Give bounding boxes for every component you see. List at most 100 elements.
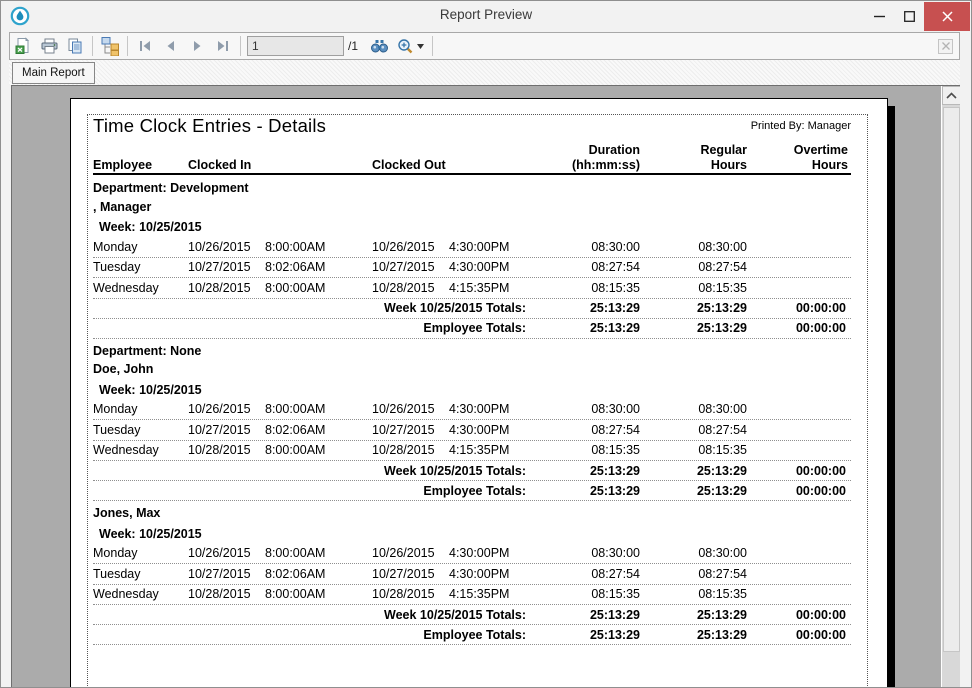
toolbar: /1 xyxy=(9,32,960,60)
totals-overtime: 00:00:00 xyxy=(747,608,851,622)
regular-cell: 08:15:35 xyxy=(640,443,747,457)
duration-cell: 08:27:54 xyxy=(540,423,640,437)
find-icon xyxy=(370,38,389,54)
totals-duration: 25:13:29 xyxy=(540,628,640,642)
scroll-up-button[interactable] xyxy=(942,86,960,105)
regular-cell: 08:30:00 xyxy=(640,402,747,416)
week-label: Week: 10/25/2015 xyxy=(93,523,851,544)
next-page-button[interactable] xyxy=(184,34,210,58)
clock-cell: 10/28/20158:00:00AM xyxy=(188,281,368,295)
totals-overtime: 00:00:00 xyxy=(747,464,851,478)
duration-cell: 08:15:35 xyxy=(540,443,640,457)
regular-cell: 08:27:54 xyxy=(640,567,747,581)
dropdown-arrow-icon xyxy=(417,44,424,49)
table-row: Tuesday10/27/20158:02:06AM10/27/20154:30… xyxy=(93,564,851,585)
employee-totals-row: Employee Totals:25:13:2925:13:2900:00:00 xyxy=(93,625,851,645)
export-icon xyxy=(14,37,32,55)
export-button[interactable] xyxy=(10,34,36,58)
totals-regular: 25:13:29 xyxy=(640,321,747,335)
clock-cell: 10/28/20154:15:35PM xyxy=(368,587,540,601)
regular-cell: 08:27:54 xyxy=(640,260,747,274)
printed-by-label: Printed By: Manager xyxy=(751,120,851,132)
table-row: Monday10/26/20158:00:00AM10/26/20154:30:… xyxy=(93,400,851,421)
clock-cell: 10/28/20158:00:00AM xyxy=(188,587,368,601)
totals-regular: 25:13:29 xyxy=(640,301,747,315)
duration-cell: 08:30:00 xyxy=(540,546,640,560)
clock-cell: 10/26/20154:30:00PM xyxy=(368,546,540,560)
report-preview-window: Report Preview xyxy=(0,0,972,688)
print-button[interactable] xyxy=(36,34,62,58)
scrollbar-thumb[interactable] xyxy=(943,107,960,652)
table-row: Tuesday10/27/20158:02:06AM10/27/20154:30… xyxy=(93,258,851,279)
toolbar-separator xyxy=(127,36,128,56)
find-button[interactable] xyxy=(366,34,392,58)
toolbar-separator xyxy=(92,36,93,56)
table-row: Wednesday10/28/20158:00:00AM10/28/20154:… xyxy=(93,278,851,299)
regular-cell: 08:27:54 xyxy=(640,423,747,437)
totals-label: Week 10/25/2015 Totals: xyxy=(93,301,540,315)
totals-regular: 25:13:29 xyxy=(640,484,747,498)
chevron-up-icon xyxy=(946,92,957,99)
clock-cell: 10/27/20158:02:06AM xyxy=(188,260,368,274)
day-cell: Wednesday xyxy=(93,281,188,295)
duration-cell: 08:27:54 xyxy=(540,260,640,274)
page-shadow xyxy=(888,106,895,687)
employee-totals-row: Employee Totals:25:13:2925:13:2900:00:00 xyxy=(93,319,851,339)
clock-cell: 10/28/20158:00:00AM xyxy=(188,443,368,457)
totals-label: Employee Totals: xyxy=(93,484,540,498)
group-tree-icon xyxy=(100,36,120,56)
previous-page-icon xyxy=(163,39,179,53)
report-page: Time Clock Entries - Details Printed By:… xyxy=(70,98,888,687)
report-content: Time Clock Entries - Details Printed By:… xyxy=(93,113,851,645)
table-row: Monday10/26/20158:00:00AM10/26/20154:30:… xyxy=(93,237,851,258)
employee-name: Jones, Max xyxy=(93,504,851,523)
clock-cell: 10/26/20154:30:00PM xyxy=(368,402,540,416)
col-employee: Employee xyxy=(93,158,188,173)
duration-cell: 08:30:00 xyxy=(540,240,640,254)
totals-duration: 25:13:29 xyxy=(540,321,640,335)
clock-cell: 10/27/20154:30:00PM xyxy=(368,260,540,274)
week-totals-row: Week 10/25/2015 Totals:25:13:2925:13:290… xyxy=(93,299,851,319)
clock-cell: 10/26/20158:00:00AM xyxy=(188,402,368,416)
maximize-button[interactable] xyxy=(894,2,924,31)
toggle-group-tree-button[interactable] xyxy=(97,34,123,58)
duration-cell: 08:15:35 xyxy=(540,281,640,295)
title-bar: Report Preview xyxy=(1,1,971,31)
zoom-button[interactable] xyxy=(392,34,428,58)
col-duration: Duration(hh:mm:ss) xyxy=(540,143,640,174)
totals-overtime: 00:00:00 xyxy=(747,301,851,315)
minimize-button[interactable] xyxy=(864,2,894,31)
totals-overtime: 00:00:00 xyxy=(747,628,851,642)
employee-name: Doe, John xyxy=(93,360,851,379)
department-label: Department: None xyxy=(93,342,851,361)
clock-cell: 10/26/20154:30:00PM xyxy=(368,240,540,254)
vertical-scrollbar[interactable] xyxy=(941,86,960,687)
col-overtime-hours: OvertimeHours xyxy=(747,143,851,174)
first-page-icon xyxy=(137,39,153,53)
duration-cell: 08:30:00 xyxy=(540,402,640,416)
regular-cell: 08:15:35 xyxy=(640,587,747,601)
totals-regular: 25:13:29 xyxy=(640,464,747,478)
last-page-icon xyxy=(215,39,231,53)
zoom-icon xyxy=(397,38,414,55)
copy-button[interactable] xyxy=(62,34,88,58)
first-page-button[interactable] xyxy=(132,34,158,58)
week-label: Week: 10/25/2015 xyxy=(93,379,851,400)
regular-cell: 08:30:00 xyxy=(640,240,747,254)
app-icon xyxy=(10,6,30,26)
week-label: Week: 10/25/2015 xyxy=(93,216,851,237)
copy-icon xyxy=(66,37,84,55)
previous-page-button[interactable] xyxy=(158,34,184,58)
last-page-button[interactable] xyxy=(210,34,236,58)
duration-cell: 08:15:35 xyxy=(540,587,640,601)
totals-duration: 25:13:29 xyxy=(540,484,640,498)
page-number-input[interactable] xyxy=(247,36,344,56)
day-cell: Monday xyxy=(93,546,188,560)
col-regular-hours: RegularHours xyxy=(640,143,747,174)
regular-cell: 08:30:00 xyxy=(640,546,747,560)
toolbar-separator xyxy=(432,36,433,56)
close-button[interactable] xyxy=(924,2,970,31)
tab-main-report[interactable]: Main Report xyxy=(12,62,95,84)
totals-label: Week 10/25/2015 Totals: xyxy=(93,608,540,622)
close-view-button[interactable] xyxy=(938,39,953,54)
